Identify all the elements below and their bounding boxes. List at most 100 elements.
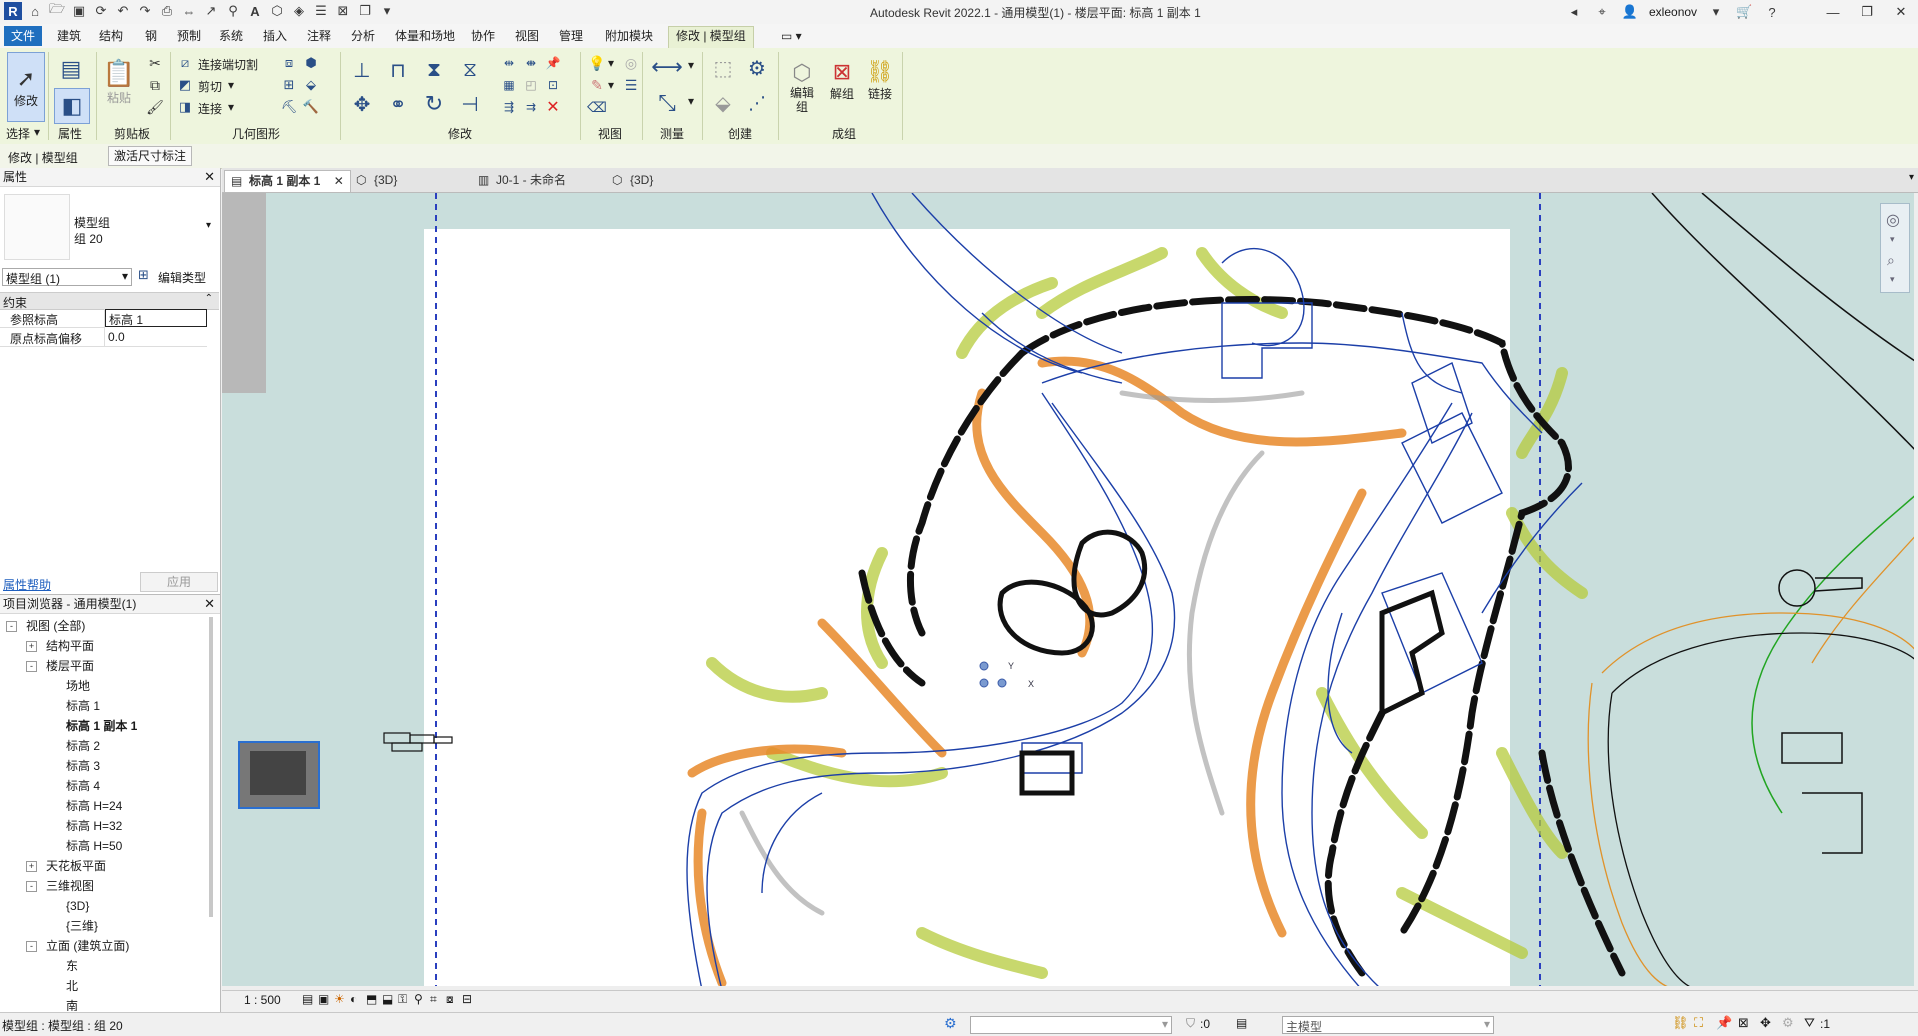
linework-icon[interactable]: ✎ [588, 76, 606, 94]
tab-3d[interactable]: ⬡ {3D} [350, 170, 403, 191]
apply-button[interactable]: 应用 [140, 572, 218, 592]
mirror-axis-icon[interactable]: ⧗ [420, 56, 448, 84]
array-icon[interactable]: ▦ [500, 76, 518, 94]
filter-icon[interactable]: ⛉ [1186, 1016, 1195, 1031]
tab-massing-site[interactable]: 体量和场地 [388, 27, 462, 45]
vertical-scrollbar[interactable] [1914, 193, 1918, 990]
worksharing-icon[interactable]: ⧇ [446, 992, 454, 1007]
type-properties-icon[interactable]: ◧ [54, 88, 90, 124]
user-icon[interactable]: 👤 [1621, 3, 1639, 21]
browser-tree-item[interactable]: 北 [66, 977, 78, 995]
sun-path-icon[interactable]: ☀ [334, 992, 345, 1006]
workset-select[interactable]: ▾ [970, 1016, 1172, 1034]
split-face-icon[interactable]: ⊞ [280, 76, 298, 94]
browser-tree-item[interactable]: 场地 [66, 677, 90, 695]
align-icon[interactable]: ⊥ [348, 56, 376, 84]
match-type-icon[interactable]: 🖌 [146, 98, 164, 116]
detail-level-icon[interactable]: ▤ [302, 992, 313, 1006]
paint-icon[interactable]: ⬙ [302, 76, 320, 94]
browser-tree-item[interactable]: 天花板平面 [46, 857, 106, 875]
activate-dimensions-button[interactable]: 激活尺寸标注 [108, 146, 193, 166]
cart-icon[interactable]: 🛒 [1735, 3, 1753, 21]
similar-icon[interactable]: ⋰ [742, 88, 772, 118]
switch-windows-icon[interactable]: ❐ [356, 2, 374, 20]
chevron-down-icon[interactable]: ▾ [688, 58, 694, 72]
browser-tree-item[interactable]: 楼层平面 [46, 657, 94, 675]
demolish-icon[interactable]: ⛏ [280, 98, 298, 116]
collapse-icon[interactable]: - [26, 661, 37, 672]
browser-tree-item[interactable]: 三维视图 [46, 877, 94, 895]
close-button[interactable]: ✕ [1884, 0, 1918, 24]
print-icon[interactable]: ⎙ [158, 2, 176, 20]
hammer-icon[interactable]: 🔨 [302, 98, 320, 116]
reference-level-field[interactable]: 标高 1 [105, 309, 207, 327]
view-scale[interactable]: 1 : 500 [244, 993, 281, 1007]
browser-tree-item[interactable]: 标高 2 [66, 737, 100, 755]
browser-scrollbar[interactable] [209, 617, 213, 917]
tab-structure[interactable]: 结构 [92, 27, 130, 45]
origin-offset-field[interactable]: 0.0 [105, 328, 207, 347]
override-icon[interactable]: ◎ [622, 54, 640, 72]
join-label[interactable]: 连接 [198, 100, 222, 117]
design-options-icon[interactable]: ▤ [1236, 1016, 1247, 1030]
create-group-icon[interactable]: ⚙ [742, 54, 772, 82]
browser-tree-item[interactable]: 标高 H=24 [66, 797, 122, 815]
close-hidden-icon[interactable]: ⊠ [334, 2, 352, 20]
instance-filter-select[interactable]: 模型组 (1) ▾ [2, 268, 132, 286]
lightbulb-icon[interactable]: 💡 [588, 54, 606, 72]
undo-icon[interactable]: ↶ [114, 2, 132, 20]
browser-tree-item[interactable]: 视图 (全部) [26, 617, 85, 635]
constraints-section[interactable]: 约束 ⌃ [0, 292, 219, 310]
collapse-icon[interactable]: - [6, 621, 17, 632]
worksets-icon[interactable]: ⚙ [944, 1015, 957, 1032]
pin-icon[interactable]: 📌 [544, 54, 562, 72]
chevron-down-icon[interactable]: ▾ [608, 56, 614, 70]
link-button[interactable]: ⛓ 链接 [864, 52, 896, 108]
minimize-button[interactable]: — [1816, 0, 1850, 24]
tab-analyze[interactable]: 分析 [344, 27, 382, 45]
ungroup-button[interactable]: ⊠ 解组 [826, 52, 858, 108]
select-pinned-icon[interactable]: 📌 [1716, 1015, 1732, 1031]
browser-tree-item[interactable]: 标高 H=50 [66, 837, 122, 855]
delete-icon[interactable]: ✕ [544, 98, 562, 116]
chevron-down-icon[interactable]: ▾ [1890, 234, 1895, 245]
section-icon[interactable]: ◈ [290, 2, 308, 20]
type-name[interactable]: 组 20 [74, 230, 103, 247]
edit-type-button[interactable]: 编辑类型 [158, 269, 206, 286]
3d-view-icon[interactable]: ⬡ [268, 2, 286, 20]
tab-view[interactable]: 视图 [508, 27, 546, 45]
edit-group-button[interactable]: ⬡ 编辑组 [786, 52, 818, 122]
browser-tree-item[interactable]: 标高 H=32 [66, 817, 122, 835]
tab-menu-icon[interactable]: ▾ [1909, 172, 1914, 183]
expand-icon[interactable]: + [26, 641, 37, 652]
unpin-icon[interactable]: ⊡ [544, 76, 562, 94]
browser-tree-item[interactable]: {3D} [66, 897, 89, 915]
restore-button[interactable]: ❐ [1850, 0, 1884, 24]
customize-qat-icon[interactable]: ▾ [378, 2, 396, 20]
zoom-icon[interactable]: ⌕ [1887, 252, 1895, 269]
tab-collaborate[interactable]: 协作 [464, 27, 502, 45]
tab-manage[interactable]: 管理 [552, 27, 590, 45]
chevron-down-icon[interactable]: ▾ [228, 78, 234, 92]
revit-logo[interactable]: R [4, 2, 22, 20]
properties-icon[interactable]: ▤ [54, 54, 88, 84]
collapse-icon[interactable]: - [26, 881, 37, 892]
browser-tree-item[interactable]: 标高 1 副本 1 [66, 717, 137, 735]
design-option-select[interactable]: 主模型 ▾ [1282, 1016, 1494, 1034]
cut-geometry-icon[interactable]: ◩ [176, 76, 194, 94]
chevron-down-icon[interactable]: ▾ [688, 94, 694, 108]
tab-steel[interactable]: 钢 [138, 27, 164, 45]
close-icon[interactable]: ✕ [204, 595, 215, 613]
tab-3d-2[interactable]: ⬡ {3D} [606, 170, 659, 191]
cut-label[interactable]: 剪切 [198, 78, 222, 95]
drawing-canvas[interactable]: Y X ◎ ▾ ⌕ ▾ [222, 193, 1918, 990]
tab-sheet-j0-1[interactable]: ▥ J0-1 - 未命名 [472, 170, 572, 191]
aligned-dimension-icon[interactable]: ⤡ [650, 88, 684, 118]
copy-icon[interactable]: ⧉ [146, 76, 164, 94]
expand-icon[interactable]: + [26, 861, 37, 872]
modify-button[interactable]: ➚ 修改 [7, 52, 45, 122]
eraser-icon[interactable]: ⌫ [587, 98, 607, 116]
tab-systems[interactable]: 系统 [212, 27, 250, 45]
select-by-face-icon[interactable]: ⊠ [1738, 1015, 1749, 1031]
user-name[interactable]: exleonov [1649, 5, 1697, 19]
